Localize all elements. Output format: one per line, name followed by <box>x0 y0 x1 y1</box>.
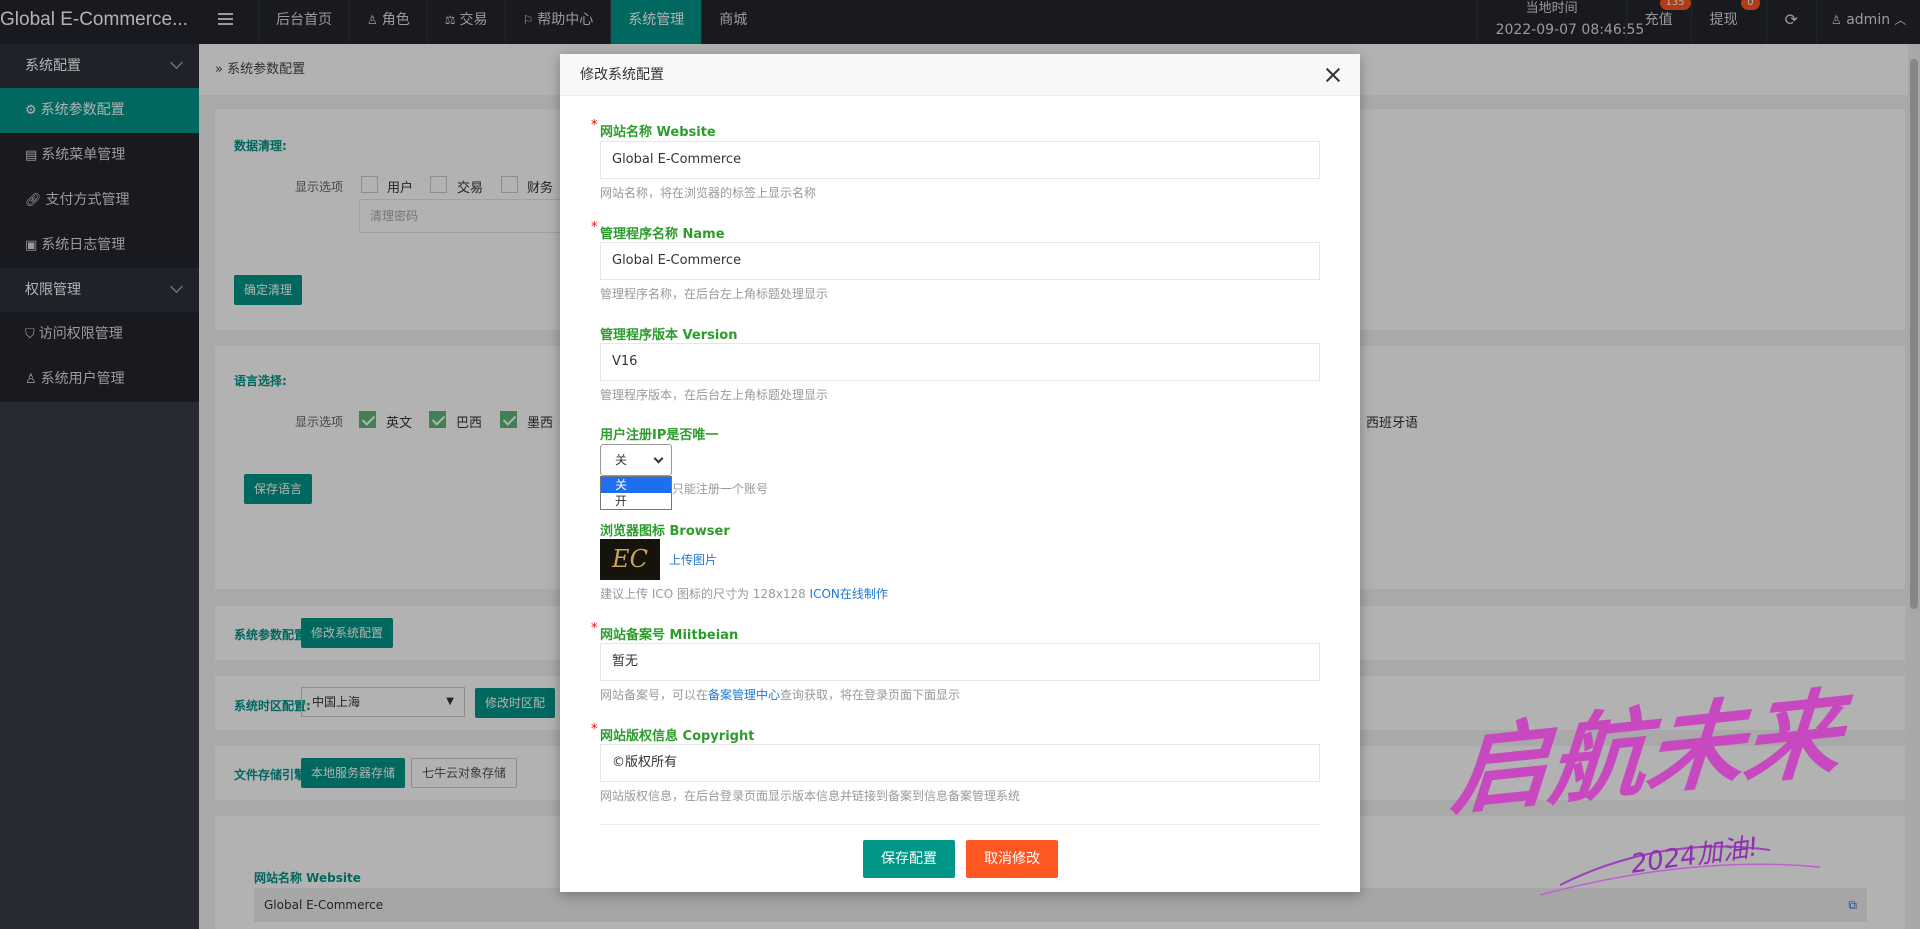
edit-config-modal: 修改系统配置 * 网站名称 Website Global E-Commerce 网… <box>560 54 1360 892</box>
website-label: * 网站名称 Website <box>591 118 716 140</box>
ip-unique-label-text: 用户注册IP是否唯一 <box>600 428 719 443</box>
website-help: 网站名称，将在浏览器的标签上显示名称 <box>600 186 817 200</box>
ip-unique-dropdown: 关 开 <box>600 476 672 510</box>
version-help: 管理程序版本，在后台左上角标题处理显示 <box>600 388 829 402</box>
name-label-text: 管理程序名称 Name <box>600 227 725 242</box>
dropdown-option-on[interactable]: 开 <box>601 493 671 509</box>
upload-image-link[interactable]: 上传图片 <box>669 551 717 568</box>
required-mark: * <box>591 722 598 737</box>
required-mark: * <box>591 621 598 636</box>
ip-unique-label: 用户注册IP是否唯一 <box>600 424 718 443</box>
ip-unique-select[interactable]: 关 <box>600 444 672 476</box>
name-label: * 管理程序名称 Name <box>591 220 725 242</box>
copyright-label: * 网站版权信息 Copyright <box>591 722 755 744</box>
beian-help-2: 查询获取，将在登录页面下面显示 <box>780 688 961 702</box>
modal-title: 修改系统配置 <box>560 54 1360 96</box>
ip-unique-help: 只能注册一个账号 <box>672 482 769 496</box>
beian-help-1: 网站备案号，可以在 <box>600 688 709 702</box>
name-field[interactable]: Global E-Commerce <box>600 242 1320 280</box>
beian-help: 网站备案号，可以在备案管理中心查询获取，将在登录页面下面显示 <box>600 686 960 703</box>
name-help: 管理程序名称，在后台左上角标题处理显示 <box>600 287 829 301</box>
version-field[interactable]: V16 <box>600 343 1320 381</box>
ip-unique-selected: 关 <box>615 453 628 467</box>
beian-label-text: 网站备案号 Miitbeian <box>600 628 739 643</box>
icon-online-link[interactable]: ICON在线制作 <box>810 587 888 601</box>
browser-icon-help-text: 建议上传 ICO 图标的尺寸为 128x128 <box>600 587 806 601</box>
cancel-edit-button[interactable]: 取消修改 <box>966 840 1058 878</box>
required-mark: * <box>591 220 598 235</box>
copyright-field[interactable]: ©版权所有 <box>600 744 1320 782</box>
copyright-help: 网站版权信息，在后台登录页面显示版本信息并链接到备案到信息备案管理系统 <box>600 789 1021 803</box>
beian-label: * 网站备案号 Miitbeian <box>591 621 739 643</box>
close-icon[interactable] <box>1326 68 1340 82</box>
dropdown-option-off[interactable]: 关 <box>601 477 671 493</box>
browser-icon-help: 建议上传 ICO 图标的尺寸为 128x128 ICON在线制作 <box>600 585 888 602</box>
beian-center-link[interactable]: 备案管理中心 <box>708 688 780 702</box>
version-label: 管理程序版本 Version <box>600 324 737 343</box>
browser-icon-preview: EC <box>600 539 660 580</box>
browser-icon-label-text: 浏览器图标 Browser <box>600 524 730 539</box>
website-field[interactable]: Global E-Commerce <box>600 141 1320 179</box>
beian-field[interactable]: 暂无 <box>600 643 1320 681</box>
website-label-text: 网站名称 Website <box>600 125 716 140</box>
required-mark: * <box>591 118 598 133</box>
copyright-label-text: 网站版权信息 Copyright <box>600 729 755 744</box>
chevron-down-icon <box>653 453 664 464</box>
save-config-button[interactable]: 保存配置 <box>863 840 955 878</box>
version-label-text: 管理程序版本 Version <box>600 328 738 343</box>
browser-icon-label: 浏览器图标 Browser <box>600 520 730 539</box>
divider <box>600 824 1320 825</box>
